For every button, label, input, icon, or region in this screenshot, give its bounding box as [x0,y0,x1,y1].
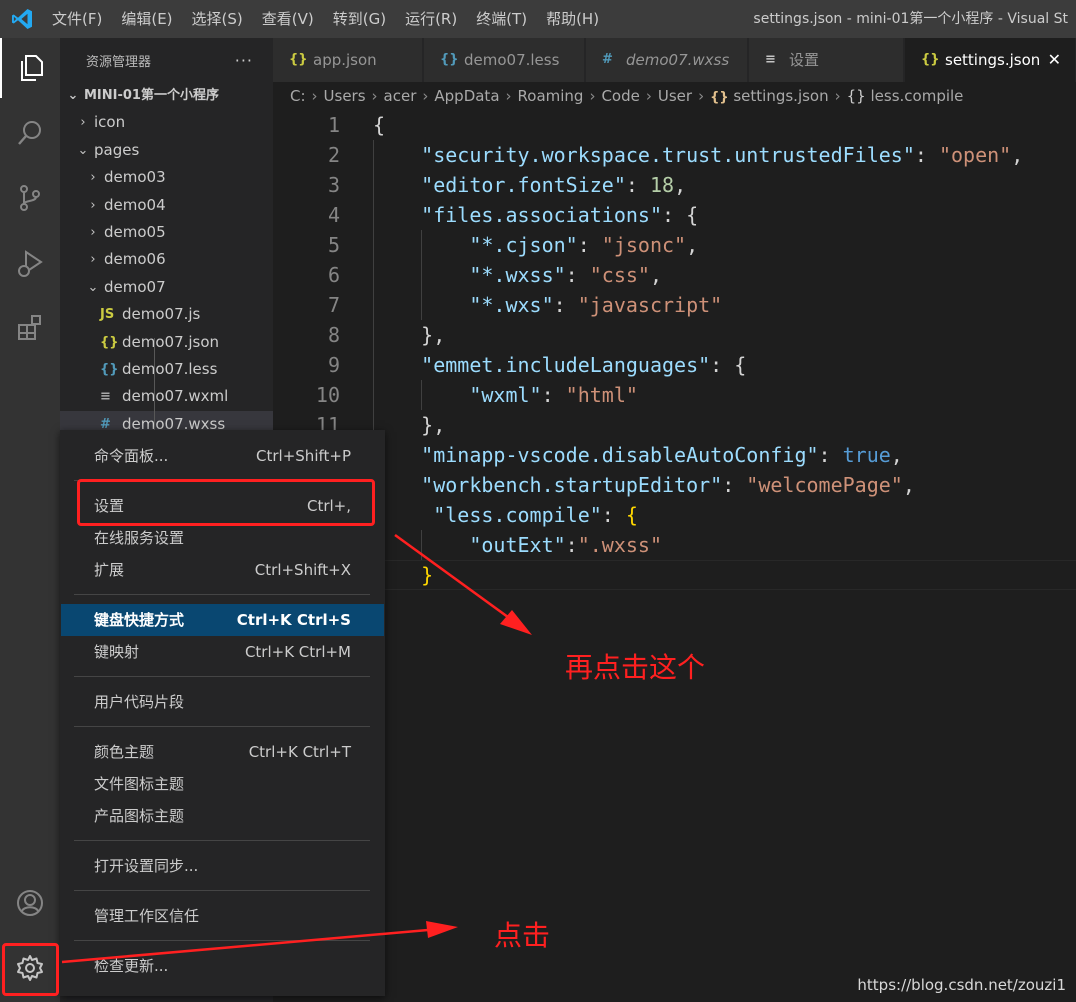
annotation-click-here: 点击 [494,919,551,952]
watermark: https://blog.csdn.net/zouzi1 [857,976,1066,994]
annotation-then-click-this: 再点击这个 [565,651,706,684]
annotation-arrows [61,533,532,964]
